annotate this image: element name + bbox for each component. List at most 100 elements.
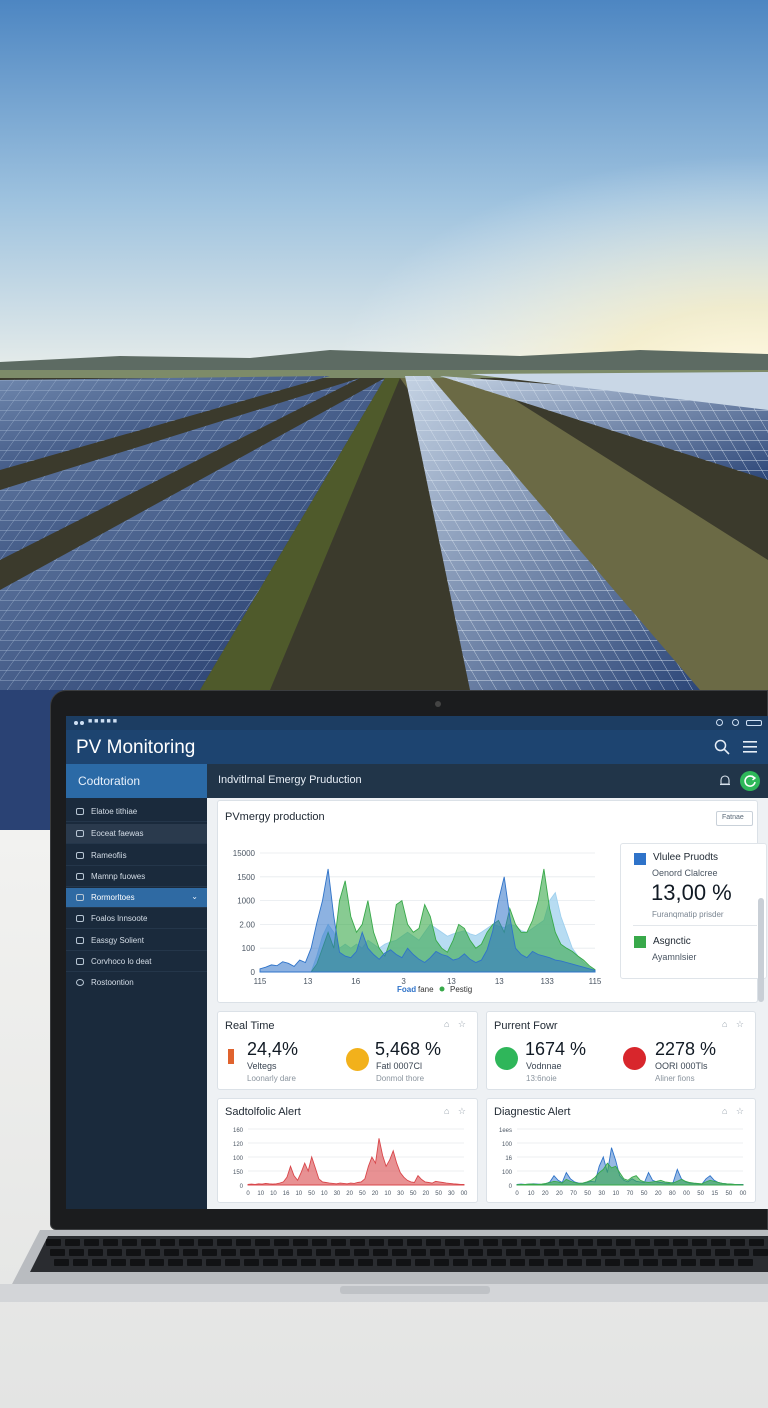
realtime-card: Real Time ⌂ ☆ 24,4% Veltegs Loonarly dar… [217, 1011, 478, 1090]
keyboard-key [236, 1239, 251, 1246]
card-tools[interactable]: ⌂ ☆ [444, 1019, 469, 1030]
y-tick-label: 0 [251, 968, 256, 977]
status-dot-green [495, 1047, 518, 1070]
x-tick-label: 30 [397, 1191, 404, 1197]
keyboard-key [635, 1239, 650, 1246]
keyboard-key [263, 1259, 278, 1266]
keyboard-key [529, 1259, 544, 1266]
keyboard-key [673, 1239, 688, 1246]
keyboard-key [597, 1239, 612, 1246]
keyboard-key [620, 1249, 635, 1256]
sidebar-item-9[interactable]: Rostoontion [66, 973, 207, 993]
sidebar-header[interactable]: Codtoration [66, 764, 207, 798]
realtime-title: Real Time [225, 1020, 275, 1032]
y-tick-label: 2.00 [239, 920, 255, 929]
keyboard-key [50, 1249, 65, 1256]
search-icon[interactable] [714, 739, 730, 755]
diagnostic-chart: 1ees 100 16 100 00 10 20 20 70 50 30 10 70 50 20 80 00 50… [499, 1128, 747, 1197]
x-tick-label: 20 [542, 1191, 549, 1197]
keyboard-key [130, 1259, 145, 1266]
x-tick-label: 10 [270, 1191, 277, 1197]
sidebar: Codtoration Elatoe tithiae Eoceat faewas… [66, 764, 207, 1209]
keyboard-key [145, 1249, 160, 1256]
production-title: PVmergy production [225, 811, 325, 823]
online-status-icon[interactable] [740, 771, 760, 791]
y-tick-label: 160 [233, 1128, 244, 1134]
y-tick-label: 1000 [237, 897, 255, 906]
card-tools[interactable]: ⌂ ☆ [722, 1019, 747, 1030]
sidebar-item-8[interactable]: Corvhoco lo deat [66, 952, 207, 972]
keyboard-key [259, 1249, 274, 1256]
refresh-icon [744, 775, 757, 787]
card-tools[interactable]: ⌂ ☆ [444, 1106, 469, 1117]
y-tick-label: 1500 [237, 873, 255, 882]
legend-swatch-green [634, 936, 646, 948]
sidebar-item-4[interactable]: Mamnp fuowes [66, 867, 207, 887]
laptop-base [0, 1230, 768, 1302]
kpi-value: 1674 % [525, 1039, 587, 1059]
sidebar-item-5[interactable]: Rormorltoes ⌄ [66, 888, 207, 908]
keyboard-key [639, 1249, 654, 1256]
y-tick-label: 0 [240, 1184, 244, 1190]
keyboard-key [521, 1239, 536, 1246]
bell-icon[interactable] [718, 774, 732, 788]
keyboard-key [198, 1239, 213, 1246]
keyboard-key [559, 1239, 574, 1246]
kpi-label: Fatl 0007Cl [376, 1061, 423, 1071]
keyboard-key [445, 1239, 460, 1246]
keyboard-key [434, 1259, 449, 1266]
x-tick-label: 50 [697, 1191, 704, 1197]
keyboard-key [658, 1249, 673, 1256]
keyboard-key [92, 1259, 107, 1266]
keyboard-key [502, 1239, 517, 1246]
sidebar-item-7[interactable]: Eassgy Solient [66, 931, 207, 951]
keyboard-key [719, 1259, 734, 1266]
keyboard-key [601, 1249, 616, 1256]
sidebar-item-6[interactable]: Foalos lnnsoote [66, 909, 207, 929]
keyboard-key [392, 1249, 407, 1256]
kpi-value: 24,4% [247, 1039, 299, 1059]
keyboard-key [301, 1259, 316, 1266]
keyboard-key [468, 1249, 483, 1256]
keyboard-key [753, 1249, 768, 1256]
card-tools[interactable]: ⌂ ☆ [722, 1106, 747, 1117]
keyboard-key [73, 1259, 88, 1266]
scrollbar[interactable] [758, 898, 764, 1002]
keyboard-key [358, 1259, 373, 1266]
period-button[interactable]: Fatnae [716, 811, 753, 826]
legend-item1-subtitle: Oenord Clalcree [652, 868, 718, 878]
keyboard-key [107, 1249, 122, 1256]
keyboard-key [179, 1239, 194, 1246]
gauge-icon [76, 830, 84, 837]
x-tick-label: 115 [254, 977, 267, 986]
y-tick-label: 100 [502, 1142, 513, 1148]
sidebar-item-1[interactable]: Elatoe tithiae [66, 802, 207, 822]
sidebar-item-3[interactable]: Rameofiis [66, 846, 207, 866]
keyboard-key [274, 1239, 289, 1246]
x-tick-label: 0 [515, 1191, 519, 1197]
legend-item2-title: Asgnctic [653, 936, 691, 947]
x-tick-label: 70 [627, 1191, 634, 1197]
keyboard-key [335, 1249, 350, 1256]
report-icon [76, 894, 84, 901]
diagnostic-card: Diagnestic Alert ⌂ ☆ 1ees 100 16 100 0 0 10 20 2… [486, 1098, 756, 1203]
y-tick-label: 120 [233, 1142, 244, 1148]
legend-item2-note: Ayamnlsier [652, 952, 697, 962]
webcam [435, 701, 441, 707]
laptop-screen: ■ ■ ■ ■ ■ PV Monitoring Codtoration Elat… [66, 716, 768, 1209]
current-power-title: Purrent Fowr [494, 1020, 558, 1032]
hamburger-menu-icon[interactable] [742, 740, 758, 754]
keyboard-key [464, 1239, 479, 1246]
sidebar-item-2[interactable]: Eoceat faewas [66, 824, 207, 844]
content-header: Indvitlrnal Emergy Pruduction [207, 764, 768, 798]
keyboard-key [331, 1239, 346, 1246]
alert-card: Sadtolfolic Alert ⌂ ☆ 160 120 100 150 0 0 10 10… [217, 1098, 478, 1203]
clock-icon [732, 719, 739, 726]
legend-label-a: Foad [397, 985, 416, 994]
chevron-down-icon: ⌄ [191, 892, 198, 901]
keyboard-key [293, 1239, 308, 1246]
keyboard-key [278, 1249, 293, 1256]
keyboard-key [472, 1259, 487, 1266]
x-tick-label: 00 [461, 1191, 468, 1197]
app-header: PV Monitoring [66, 730, 768, 764]
